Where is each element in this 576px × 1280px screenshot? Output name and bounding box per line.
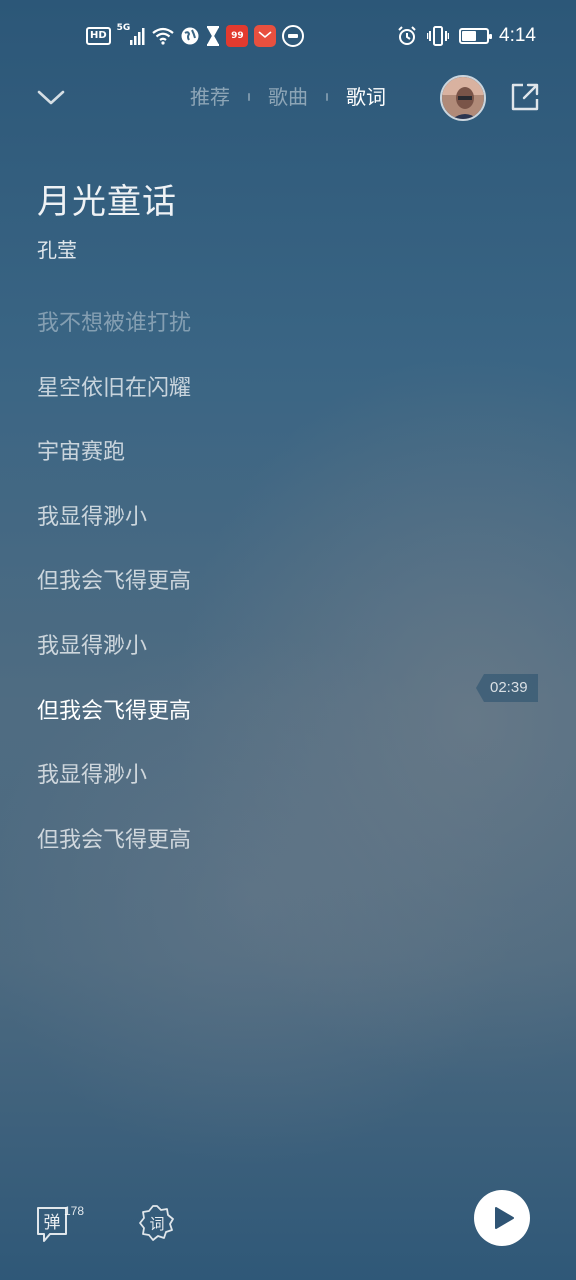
danmu-label: 弹 — [44, 1213, 61, 1233]
lyric-effect-button[interactable]: 词 — [138, 1204, 176, 1242]
play-icon — [495, 1207, 514, 1229]
tab-recommend[interactable]: 推荐 — [190, 82, 230, 112]
collapse-button[interactable] — [34, 80, 68, 114]
avatar[interactable] — [440, 75, 486, 121]
battery-icon — [459, 28, 493, 44]
battery-level — [462, 31, 477, 41]
mail-app-icon — [254, 25, 277, 47]
vibrate-icon — [427, 25, 450, 47]
lyric-line[interactable]: 我显得渺小 — [37, 758, 467, 823]
bottom-bar: 弹 178 词 — [0, 1188, 576, 1258]
player-header: 推荐 歌曲 歌词 — [0, 72, 576, 124]
hourglass-icon — [206, 25, 220, 47]
song-artist[interactable]: 孔莹 — [37, 234, 77, 263]
danmu-count: 178 — [64, 1204, 85, 1218]
signal-icon: 5G — [116, 23, 147, 47]
tab-bar: 推荐 歌曲 歌词 — [190, 82, 386, 112]
lyric-label: 词 — [149, 1215, 164, 1233]
lyric-line-current[interactable]: 但我会飞得更高 — [37, 694, 467, 759]
round-app-icon — [282, 25, 305, 47]
lyric-line[interactable]: 但我会飞得更高 — [37, 564, 467, 629]
seek-time: 02:39 — [490, 679, 528, 696]
status-bar: HD 5G 99 4:14 — [0, 0, 576, 72]
globe-icon — [180, 25, 200, 47]
app-icon: 99 — [226, 25, 249, 47]
seek-time-bubble[interactable]: 02:39 — [476, 674, 538, 702]
lyric-line[interactable]: 但我会飞得更高 — [37, 823, 467, 888]
tab-song[interactable]: 歌曲 — [268, 82, 308, 112]
lyric-line[interactable]: 星空依旧在闪耀 — [37, 371, 467, 436]
hd-icon: HD — [86, 27, 111, 45]
song-title: 月光童话 — [37, 182, 177, 222]
lyric-line[interactable]: 我显得渺小 — [37, 500, 467, 565]
lyric-line[interactable]: 宇宙赛跑 — [37, 435, 467, 500]
chevron-down-icon — [37, 90, 65, 105]
clock: 4:14 — [499, 25, 536, 46]
tab-lyrics[interactable]: 歌词 — [346, 82, 386, 112]
lyric-badge-icon: 词 — [139, 1205, 174, 1241]
lyric-line[interactable]: 我显得渺小 — [37, 629, 467, 694]
lyrics-list[interactable]: 我不想被谁打扰 星空依旧在闪耀 宇宙赛跑 我显得渺小 但我会飞得更高 我显得渺小 但我会飞得… — [37, 306, 467, 887]
network-type: 5G — [116, 23, 131, 33]
alarm-icon — [397, 25, 417, 47]
tab-divider — [326, 93, 328, 101]
tab-divider — [248, 93, 250, 101]
lyric-line[interactable]: 我不想被谁打扰 — [37, 306, 467, 371]
share-button[interactable] — [508, 80, 542, 114]
play-button[interactable] — [474, 1190, 530, 1246]
share-icon — [511, 83, 539, 111]
wifi-icon — [152, 25, 175, 47]
